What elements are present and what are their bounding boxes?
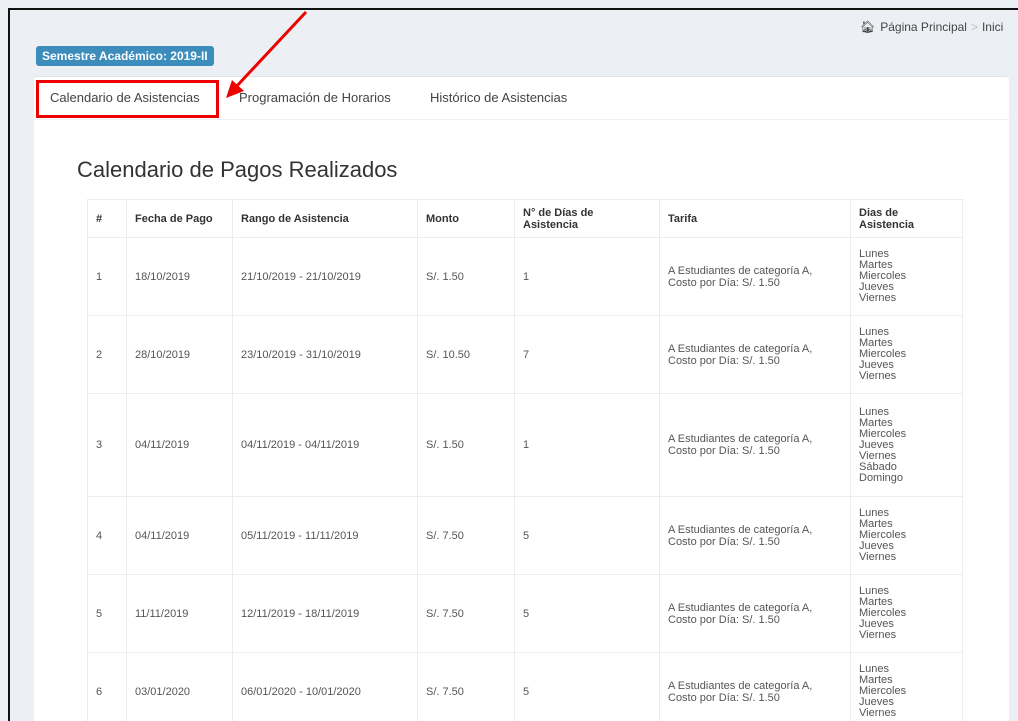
tarifa-line: Costo por Día: S/. 1.50 <box>668 355 842 367</box>
cell-fecha-pago: 11/11/2019 <box>127 575 233 653</box>
day-item: Viernes <box>859 552 954 563</box>
tarifa-line: Costo por Día: S/. 1.50 <box>668 277 842 289</box>
cell-num-dias: 5 <box>515 497 660 575</box>
cell-fecha-pago: 18/10/2019 <box>127 238 233 316</box>
tarifa-line: A Estudiantes de categoría A, <box>668 602 842 614</box>
tarifa-line: Costo por Día: S/. 1.50 <box>668 692 842 704</box>
cell-monto: S/. 1.50 <box>418 394 515 497</box>
tab-historico-asistencias[interactable]: Histórico de Asistencias <box>430 90 567 105</box>
cell-fecha-pago: 03/01/2020 <box>127 653 233 721</box>
cell-num: 5 <box>88 575 127 653</box>
cell-tarifa: A Estudiantes de categoría A,Costo por D… <box>660 238 851 316</box>
day-item: Viernes <box>859 630 954 641</box>
tarifa-line: A Estudiantes de categoría A, <box>668 265 842 277</box>
header-monto: Monto <box>418 200 515 238</box>
cell-tarifa: A Estudiantes de categoría A,Costo por D… <box>660 653 851 721</box>
cell-dias-asistencia: LunesMartesMiercolesJuevesViernes <box>851 316 963 394</box>
header-num: # <box>88 200 127 238</box>
day-item: Sábado <box>859 462 954 473</box>
cell-tarifa: A Estudiantes de categoría A,Costo por D… <box>660 394 851 497</box>
cell-dias-asistencia: LunesMartesMiercolesJuevesViernes <box>851 653 963 721</box>
cell-tarifa: A Estudiantes de categoría A,Costo por D… <box>660 316 851 394</box>
cell-monto: S/. 7.50 <box>418 575 515 653</box>
header-dias-asistencia: Dias de Asistencia <box>851 200 963 238</box>
tarifa-line: A Estudiantes de categoría A, <box>668 433 842 445</box>
day-item: Lunes <box>859 407 954 418</box>
cell-num: 1 <box>88 238 127 316</box>
breadcrumb-next-link[interactable]: Inici <box>982 20 1003 34</box>
cell-fecha-pago: 04/11/2019 <box>127 497 233 575</box>
cell-monto: S/. 10.50 <box>418 316 515 394</box>
cell-tarifa: A Estudiantes de categoría A,Costo por D… <box>660 497 851 575</box>
app-frame: 🏠︎Página Principal>Inici Semestre Académ… <box>8 8 1018 721</box>
day-item: Domingo <box>859 473 954 484</box>
tarifa-line: A Estudiantes de categoría A, <box>668 343 842 355</box>
day-item: Martes <box>859 418 954 429</box>
tarifa-line: A Estudiantes de categoría A, <box>668 680 842 692</box>
cell-monto: S/. 7.50 <box>418 653 515 721</box>
content-card: Calendario de Asistencias Programación d… <box>34 76 1009 721</box>
cell-num-dias: 5 <box>515 653 660 721</box>
table-row: 304/11/201904/11/2019 - 04/11/2019S/. 1.… <box>88 394 963 497</box>
header-num-dias: N° de Días de Asistencia <box>515 200 660 238</box>
cell-num-dias: 1 <box>515 238 660 316</box>
page-title: Calendario de Pagos Realizados <box>77 157 397 183</box>
cell-monto: S/. 7.50 <box>418 497 515 575</box>
table-row: 603/01/202006/01/2020 - 10/01/2020S/. 7.… <box>88 653 963 721</box>
cell-num-dias: 5 <box>515 575 660 653</box>
day-item: Viernes <box>859 371 954 382</box>
breadcrumb-separator: > <box>971 20 978 34</box>
tarifa-line: Costo por Día: S/. 1.50 <box>668 614 842 626</box>
cell-dias-asistencia: LunesMartesMiercolesJuevesViernes <box>851 238 963 316</box>
day-item: Jueves <box>859 440 954 451</box>
table-row: 118/10/201921/10/2019 - 21/10/2019S/. 1.… <box>88 238 963 316</box>
cell-num-dias: 7 <box>515 316 660 394</box>
header-rango-asistencia: Rango de Asistencia <box>233 200 418 238</box>
cell-num-dias: 1 <box>515 394 660 497</box>
cell-rango-asistencia: 04/11/2019 - 04/11/2019 <box>233 394 418 497</box>
cell-dias-asistencia: LunesMartesMiercolesJuevesViernesSábadoD… <box>851 394 963 497</box>
cell-dias-asistencia: LunesMartesMiercolesJuevesViernes <box>851 575 963 653</box>
tarifa-line: Costo por Día: S/. 1.50 <box>668 445 842 457</box>
cell-num: 4 <box>88 497 127 575</box>
table-row: 228/10/201923/10/2019 - 31/10/2019S/. 10… <box>88 316 963 394</box>
home-icon: 🏠︎ <box>860 20 875 34</box>
breadcrumb: 🏠︎ Página Principal > Inici <box>860 20 1003 34</box>
table-row: 511/11/201912/11/2019 - 18/11/2019S/. 7.… <box>88 575 963 653</box>
header-fecha-pago: Fecha de Pago <box>127 200 233 238</box>
tarifa-line: Costo por Día: S/. 1.50 <box>668 536 842 548</box>
cell-tarifa: A Estudiantes de categoría A,Costo por D… <box>660 575 851 653</box>
cell-fecha-pago: 04/11/2019 <box>127 394 233 497</box>
tarifa-line: A Estudiantes de categoría A, <box>668 524 842 536</box>
day-item: Viernes <box>859 293 954 304</box>
cell-rango-asistencia: 06/01/2020 - 10/01/2020 <box>233 653 418 721</box>
breadcrumb-home-link[interactable]: Página Principal <box>880 20 967 34</box>
payments-table: # Fecha de Pago Rango de Asistencia Mont… <box>87 199 963 721</box>
table-row: 404/11/201905/11/2019 - 11/11/2019S/. 7.… <box>88 497 963 575</box>
cell-rango-asistencia: 23/10/2019 - 31/10/2019 <box>233 316 418 394</box>
cell-rango-asistencia: 21/10/2019 - 21/10/2019 <box>233 238 418 316</box>
day-item: Miercoles <box>859 429 954 440</box>
cell-fecha-pago: 28/10/2019 <box>127 316 233 394</box>
cell-rango-asistencia: 12/11/2019 - 18/11/2019 <box>233 575 418 653</box>
cell-monto: S/. 1.50 <box>418 238 515 316</box>
cell-num: 6 <box>88 653 127 721</box>
cell-rango-asistencia: 05/11/2019 - 11/11/2019 <box>233 497 418 575</box>
day-item: Viernes <box>859 451 954 462</box>
cell-num: 2 <box>88 316 127 394</box>
red-arrow-icon <box>10 10 330 120</box>
cell-num: 3 <box>88 394 127 497</box>
header-tarifa: Tarifa <box>660 200 851 238</box>
day-item: Viernes <box>859 708 954 719</box>
cell-dias-asistencia: LunesMartesMiercolesJuevesViernes <box>851 497 963 575</box>
table-header-row: # Fecha de Pago Rango de Asistencia Mont… <box>88 200 963 238</box>
